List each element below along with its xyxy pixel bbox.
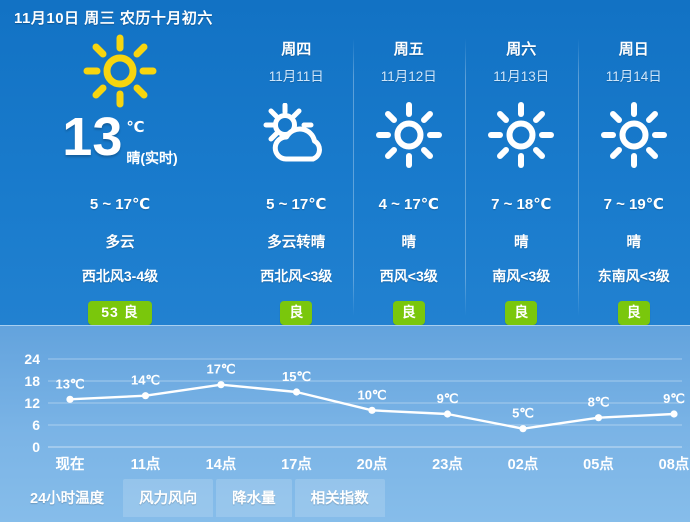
weather-widget: 11月10日 周三 农历十月初六 13 ℃ 晴(实时) 5 ~ 17℃ 多云 西…: [0, 0, 690, 522]
svg-text:14点: 14点: [206, 456, 237, 473]
date-header: 11月10日 周三 农历十月初六: [14, 10, 213, 27]
tab-indices[interactable]: 相关指数: [294, 479, 385, 517]
current-temperature: 13: [62, 106, 123, 167]
current-condition: 晴(实时): [126, 149, 178, 166]
today-wind: 西北风3-4级: [81, 267, 159, 284]
svg-text:6: 6: [32, 417, 40, 433]
svg-text:9℃: 9℃: [663, 391, 685, 406]
svg-text:23点: 23点: [432, 456, 463, 473]
svg-text:14℃: 14℃: [131, 373, 160, 388]
chart-tabs[interactable]: 24小时温度 风力风向 降水量 相关指数: [14, 479, 385, 517]
tab-precipitation[interactable]: 降水量: [216, 479, 292, 517]
current-temperature-row: 13 ℃ 晴(实时): [62, 106, 177, 168]
svg-text:0: 0: [32, 439, 40, 455]
forecast-aqi-badge[interactable]: 良: [617, 300, 650, 325]
svg-text:8℃: 8℃: [588, 395, 610, 410]
svg-text:15℃: 15℃: [282, 369, 311, 384]
weekday-label: 周六: [506, 41, 537, 58]
forecast-aqi-badge[interactable]: 良: [392, 300, 425, 325]
svg-text:05点: 05点: [583, 456, 614, 473]
hourly-chart-panel: 24 18 12 6 0 13℃ 14℃ 17℃ 15℃ 10℃ 9℃ 5℃ 8℃ 9℃ 现在 11点 14点 1…: [0, 325, 690, 522]
forecast-wind: 东南风<3级: [597, 267, 670, 284]
forecast-condition: 多云转晴: [267, 234, 326, 251]
svg-text:5℃: 5℃: [512, 406, 534, 421]
weekday-label: 周五: [393, 41, 424, 58]
tab-24h-temperature[interactable]: 24小时温度: [14, 479, 120, 517]
svg-text:9℃: 9℃: [437, 391, 459, 406]
date-label: 11月12日: [380, 69, 437, 84]
svg-text:24: 24: [24, 351, 40, 367]
svg-text:02点: 02点: [508, 456, 539, 473]
weekday-label: 周日: [618, 41, 649, 58]
forecast-column-3[interactable]: 周日 11月14日 7 ~ 19℃ 晴 东南风<3级 良: [577, 30, 690, 325]
svg-text:17℃: 17℃: [206, 362, 235, 377]
sun-behind-cloud-icon: [260, 99, 332, 171]
svg-text:11点: 11点: [131, 456, 161, 473]
svg-text:10℃: 10℃: [357, 387, 386, 402]
svg-text:18: 18: [24, 373, 40, 389]
forecast-strip: 13 ℃ 晴(实时) 5 ~ 17℃ 多云 西北风3-4级 53 良 周四 11…: [0, 30, 690, 325]
forecast-aqi-badge[interactable]: 良: [505, 300, 538, 325]
forecast-condition: 晴: [514, 234, 529, 251]
forecast-aqi-badge[interactable]: 良: [280, 300, 313, 325]
svg-text:20点: 20点: [357, 456, 388, 473]
sun-icon: [487, 99, 555, 171]
tab-wind[interactable]: 风力风向: [123, 479, 214, 517]
today-column[interactable]: 13 ℃ 晴(实时) 5 ~ 17℃ 多云 西北风3-4级 53 良: [0, 30, 240, 325]
today-condition: 多云: [105, 234, 135, 251]
forecast-wind: 西北风<3级: [260, 267, 333, 284]
forecast-wind: 南风<3级: [492, 267, 551, 284]
forecast-column-1[interactable]: 周五 11月12日 4 ~ 17℃ 晴 西风<3级 良: [352, 30, 466, 325]
date-label: 11月11日: [268, 69, 324, 84]
svg-text:12: 12: [24, 395, 40, 411]
forecast-column-2[interactable]: 周六 11月13日 7 ~ 18℃ 晴 南风<3级 良: [465, 30, 578, 325]
forecast-range: 4 ~ 17℃: [378, 195, 439, 213]
forecast-condition: 晴: [401, 234, 417, 251]
weekday-label: 周四: [281, 41, 312, 58]
forecast-range: 7 ~ 18℃: [491, 195, 552, 213]
forecast-range: 5 ~ 17℃: [266, 195, 327, 213]
temperature-unit: ℃: [126, 118, 145, 136]
current-temperature-meta: ℃ 晴(实时): [126, 112, 177, 168]
date-label: 11月14日: [605, 69, 662, 84]
sun-icon: [81, 32, 159, 110]
today-aqi-badge[interactable]: 53 良: [88, 300, 152, 325]
forecast-range: 7 ~ 19℃: [603, 195, 664, 213]
temperature-line-chart[interactable]: 24 18 12 6 0 13℃ 14℃ 17℃ 15℃ 10℃ 9℃ 5℃ 8℃ 9℃ 现在 11点 14点 1…: [0, 326, 690, 476]
svg-text:13℃: 13℃: [55, 376, 84, 391]
forecast-column-0[interactable]: 周四 11月11日 5 ~ 17℃ 多云转晴 西北风<3级 良: [240, 30, 353, 325]
svg-text:17点: 17点: [281, 456, 312, 473]
svg-text:08点: 08点: [659, 456, 690, 473]
forecast-wind: 西风<3级: [379, 267, 438, 284]
today-range: 5 ~ 17℃: [89, 195, 151, 213]
svg-text:现在: 现在: [56, 455, 85, 473]
date-label: 11月13日: [493, 69, 550, 84]
forecast-condition: 晴: [626, 234, 642, 251]
sun-icon: [600, 99, 668, 171]
sun-icon: [375, 99, 443, 171]
